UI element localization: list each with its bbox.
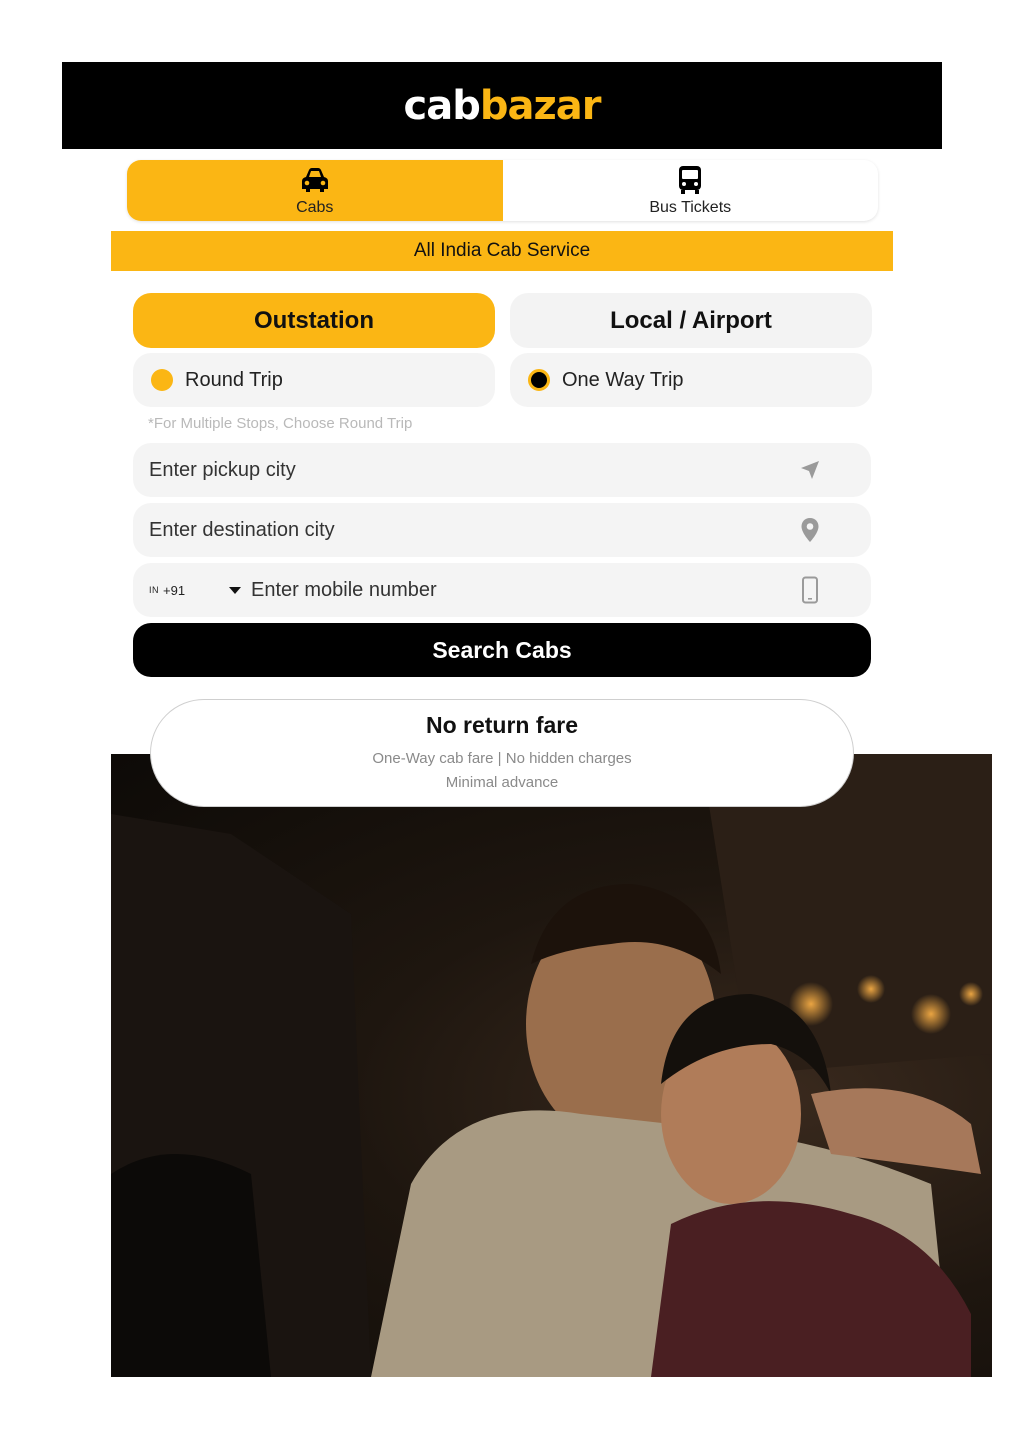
map-pin-icon	[797, 517, 823, 543]
one-way-trip-label: One Way Trip	[562, 368, 684, 391]
mobile-placeholder: Enter mobile number	[251, 578, 437, 601]
service-tabs: Cabs Bus Tickets	[127, 160, 878, 221]
bus-icon	[679, 165, 702, 194]
country-code-selector[interactable]: IN +91	[149, 583, 229, 598]
tab-bus-tickets-label: Bus Tickets	[649, 198, 732, 216]
tab-cabs-label: Cabs	[296, 198, 334, 216]
mobile-number-input[interactable]: IN +91 Enter mobile number	[133, 563, 871, 617]
chevron-down-icon[interactable]	[229, 586, 241, 594]
location-arrow-icon[interactable]	[797, 457, 823, 483]
round-trip-option[interactable]: Round Trip	[133, 353, 495, 407]
tab-cabs[interactable]: Cabs	[127, 160, 503, 221]
search-cabs-button[interactable]: Search Cabs	[133, 623, 871, 677]
country-flag-label: IN	[149, 585, 159, 595]
one-way-trip-option[interactable]: One Way Trip	[510, 353, 872, 407]
country-code: +91	[163, 582, 186, 598]
destination-placeholder: Enter destination city	[149, 518, 335, 541]
no-return-fare-card: No return fare One-Way cab fare | No hid…	[150, 699, 854, 807]
multiple-stops-note: *For Multiple Stops, Choose Round Trip	[148, 415, 413, 432]
app-header: cabbazar	[62, 62, 942, 149]
round-trip-label: Round Trip	[185, 368, 283, 391]
outstation-button[interactable]: Outstation	[133, 293, 495, 348]
pickup-placeholder: Enter pickup city	[149, 458, 296, 481]
fare-card-line1: One-Way cab fare | No hidden charges	[372, 749, 632, 767]
destination-city-input[interactable]: Enter destination city	[133, 503, 871, 557]
logo-bazar: bazar	[479, 82, 602, 129]
round-trip-radio[interactable]	[151, 369, 173, 391]
cabbazar-logo[interactable]: cabbazar	[403, 82, 602, 129]
tab-bus-tickets[interactable]: Bus Tickets	[503, 160, 879, 221]
one-way-trip-radio[interactable]	[528, 369, 550, 391]
pickup-city-input[interactable]: Enter pickup city	[133, 443, 871, 497]
fare-card-title: No return fare	[425, 711, 579, 738]
car-icon	[301, 167, 328, 192]
logo-cab: cab	[403, 82, 481, 129]
service-banner: All India Cab Service	[111, 231, 893, 271]
phone-icon	[797, 576, 823, 604]
local-airport-button[interactable]: Local / Airport	[510, 293, 872, 348]
fare-card-line2: Minimal advance	[445, 773, 559, 791]
couple-in-cab-photo	[111, 754, 992, 1377]
